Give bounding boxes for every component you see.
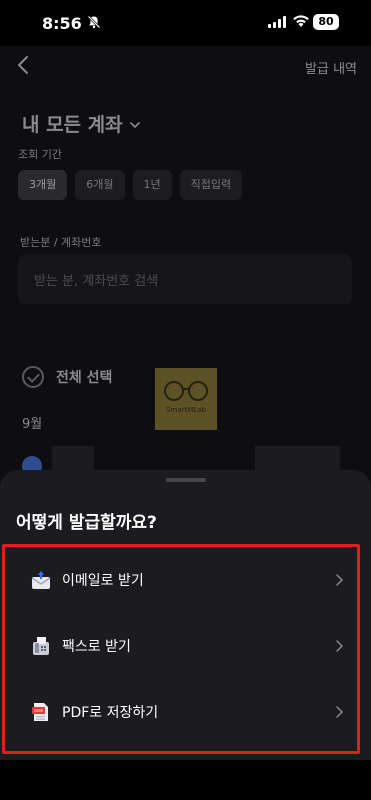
period-label: 조회 기간 [18, 148, 62, 161]
option-fax-label: 팩스로 받기 [62, 639, 131, 655]
sheet-grabber[interactable] [166, 478, 206, 482]
period-chip-6m[interactable]: 6개월 [75, 170, 125, 200]
option-email[interactable]: 이메일로 받기 [30, 558, 344, 602]
sheet-title: 어떻게 발급할까요? [16, 513, 157, 533]
bell-off-icon [87, 15, 101, 29]
chevron-right-icon [336, 640, 344, 652]
option-fax[interactable]: 팩스로 받기 [30, 624, 344, 668]
period-chips: 3개월 6개월 1년 직접입력 [18, 170, 243, 200]
period-chip-1y[interactable]: 1년 [132, 170, 172, 200]
option-email-label: 이메일로 받기 [62, 573, 144, 589]
battery-icon: 80 [313, 14, 339, 30]
month-header: 9월 [22, 417, 43, 432]
back-arrow-icon[interactable] [14, 54, 32, 76]
select-all-label: 전체 선택 [56, 370, 113, 386]
wifi-icon [293, 15, 309, 27]
glasses-icon [164, 381, 208, 401]
issue-history-link[interactable]: 발급 내역 [305, 58, 357, 77]
check-circle-icon [22, 366, 44, 388]
pdf-icon [32, 703, 48, 721]
home-indicator-area [0, 760, 371, 800]
issue-method-sheet: 어떻게 발급할까요? 이메일로 받기 팩스로 받기 PDF로 저장하기 [0, 470, 371, 800]
period-chip-3m[interactable]: 3개월 [18, 170, 68, 200]
recipient-label: 받는분 / 계좌번호 [20, 236, 102, 249]
page-title: 내 모든 계좌 [22, 114, 123, 136]
option-pdf-label: PDF로 저장하기 [62, 705, 159, 721]
account-selector[interactable]: 내 모든 계좌 [22, 110, 141, 137]
watermark-text: SmartMLab [166, 406, 206, 414]
search-input[interactable]: 받는 분, 계좌번호 검색 [18, 254, 352, 304]
chevron-down-icon [129, 121, 140, 128]
status-time: 8:56 [42, 14, 82, 33]
status-bar: 8:56 80 [0, 0, 371, 46]
select-all-toggle[interactable]: 전체 선택 [22, 366, 112, 388]
search-placeholder: 받는 분, 계좌번호 검색 [34, 274, 159, 289]
fax-icon [33, 637, 49, 655]
email-icon [31, 571, 51, 589]
signal-icon [268, 16, 286, 28]
chevron-right-icon [336, 574, 344, 586]
period-chip-custom[interactable]: 직접입력 [179, 170, 243, 200]
watermark-logo: SmartMLab [155, 368, 217, 430]
option-pdf[interactable]: PDF로 저장하기 [30, 690, 344, 734]
chevron-right-icon [336, 706, 344, 718]
